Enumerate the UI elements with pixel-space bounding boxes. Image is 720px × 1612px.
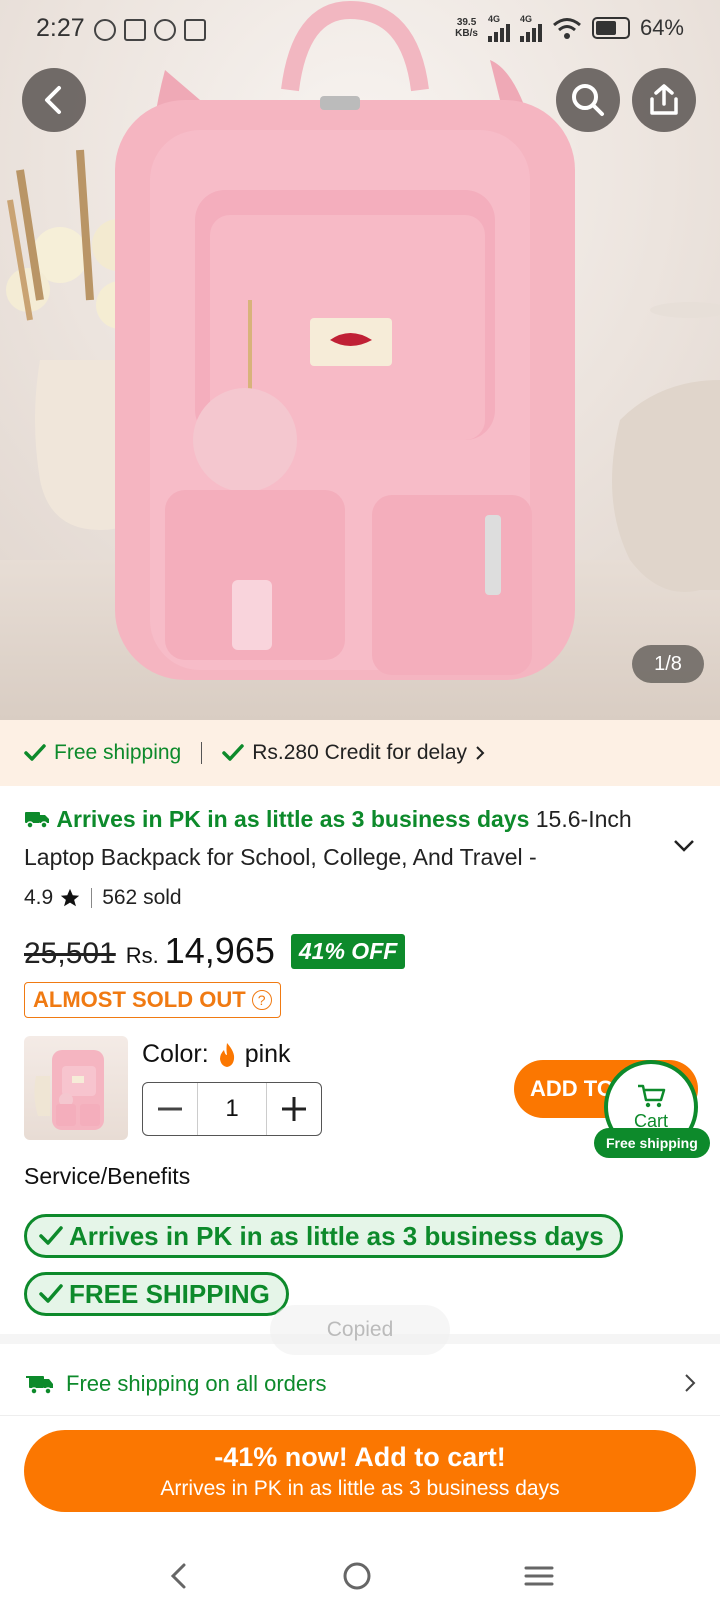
free-shipping-benefit-pill[interactable]: FREE SHIPPING — [24, 1272, 289, 1316]
search-icon — [572, 84, 604, 116]
color-selector[interactable]: Color: pink — [142, 1040, 291, 1069]
almost-sold-out-badge[interactable]: ALMOST SOLD OUT ? — [24, 982, 281, 1018]
chevron-down-icon[interactable] — [672, 838, 696, 854]
check-icon — [39, 1226, 63, 1245]
arrival-benefit-label: Arrives in PK in as little as 3 business… — [69, 1220, 604, 1251]
rating-row[interactable]: 4.9 562 sold — [24, 886, 182, 910]
share-icon — [650, 84, 678, 115]
services-heading: Service/Benefits — [24, 1163, 191, 1189]
original-price: 25,501 — [24, 937, 116, 970]
delay-credit-label: Rs.280 Credit for delay — [252, 741, 468, 764]
gallery-page-indicator: 1/8 — [632, 645, 704, 683]
check-icon — [39, 1284, 63, 1303]
battery-percent: 64% — [639, 15, 684, 40]
network-speed: 39.5 KB/s — [455, 17, 478, 39]
free-shipping-all-orders-label: Free shipping on all orders — [66, 1370, 327, 1396]
discount-badge: 41% OFF — [290, 934, 406, 969]
cta-subline: Arrives in PK in as little as 3 business… — [160, 1476, 560, 1500]
cta-headline: -41% now! Add to cart! — [214, 1441, 506, 1472]
nav-back-icon[interactable] — [166, 1561, 190, 1591]
backpack-thumbnail-image — [34, 1050, 104, 1130]
system-navigation-bar — [0, 1540, 720, 1612]
arrival-text: Arrives in PK in as little as 3 business… — [56, 806, 530, 832]
temu-icon — [124, 19, 146, 41]
delivery-truck-icon — [25, 812, 49, 829]
rating-value: 4.9 — [24, 886, 54, 909]
quantity-value[interactable]: 1 — [197, 1083, 267, 1135]
price-row: 25,501 Rs. 14,965 41% OFF — [24, 930, 406, 973]
chevron-left-icon — [45, 86, 61, 114]
currency-label: Rs. — [125, 943, 159, 968]
right-vase — [612, 302, 720, 592]
status-bar: 2:27 39.5 KB/s 4G 4G 64% — [0, 0, 720, 58]
signal-1: 4G — [487, 14, 510, 42]
sold-count: 562 sold — [102, 886, 182, 909]
cart-icon — [638, 1084, 666, 1107]
cart-free-shipping-badge: Free shipping — [594, 1128, 710, 1158]
decrease-quantity-button[interactable] — [143, 1083, 197, 1135]
add-to-cart-cta-button[interactable]: -41% now! Add to cart! Arrives in PK in … — [24, 1430, 696, 1512]
search-button[interactable] — [556, 68, 620, 132]
signal-2: 4G — [519, 14, 542, 42]
arrival-benefit-pill[interactable]: Arrives in PK in as little as 3 business… — [24, 1214, 623, 1258]
check-icon — [24, 744, 46, 761]
increase-quantity-button[interactable] — [267, 1083, 321, 1135]
product-image-gallery[interactable]: 1/8 — [0, 0, 720, 720]
share-button[interactable] — [632, 68, 696, 132]
almost-sold-out-label: ALMOST SOLD OUT — [33, 987, 246, 1012]
free-shipping-label: Free shipping — [54, 741, 182, 764]
delay-credit-link[interactable]: Rs.280 Credit for delay — [222, 741, 485, 765]
minus-icon — [158, 1107, 182, 1111]
battery-icon — [591, 17, 630, 39]
divider — [201, 742, 203, 764]
status-right: 39.5 KB/s 4G 4G 64% — [455, 14, 684, 42]
quantity-stepper[interactable]: 1 — [142, 1082, 322, 1136]
signal-bars-icon — [487, 24, 510, 42]
status-time: 2:27 — [36, 14, 85, 42]
notification-icons — [94, 19, 206, 41]
chevron-right-icon — [476, 746, 485, 760]
color-value: pink — [244, 1040, 291, 1068]
shipping-banner[interactable]: Free shipping Rs.280 Credit for delay — [0, 720, 720, 786]
divider — [91, 888, 93, 908]
facebook-icon — [154, 19, 176, 41]
nav-menu-icon[interactable] — [524, 1564, 554, 1588]
color-label: Color: — [142, 1040, 209, 1068]
check-icon — [222, 744, 244, 761]
free-shipping-tag: Free shipping — [24, 741, 181, 765]
plus-icon — [282, 1097, 306, 1121]
help-icon: ? — [251, 990, 272, 1010]
copied-toast: Copied — [270, 1305, 450, 1355]
product-title[interactable]: Arrives in PK in as little as 3 business… — [24, 800, 664, 876]
whatsapp-icon — [94, 19, 116, 41]
gmail-icon — [184, 19, 206, 41]
wifi-icon — [552, 18, 581, 39]
chevron-right-icon — [685, 1374, 696, 1392]
star-icon — [61, 888, 80, 907]
back-button[interactable] — [22, 68, 86, 132]
flame-icon — [219, 1042, 234, 1067]
free-shipping-all-orders-row[interactable]: Free shipping on all orders — [0, 1352, 720, 1416]
signal-bars-icon — [519, 24, 542, 42]
free-shipping-benefit-label: FREE SHIPPING — [69, 1278, 270, 1309]
variant-thumbnail[interactable] — [24, 1036, 128, 1140]
delivery-truck-icon — [26, 1375, 53, 1395]
nav-home-icon[interactable] — [341, 1560, 373, 1592]
current-price: 14,965 — [164, 930, 275, 971]
